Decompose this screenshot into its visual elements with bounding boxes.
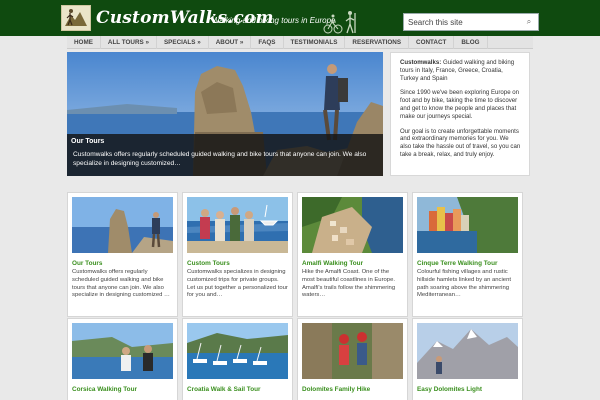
card-title[interactable]: Dolomites Family Hike	[302, 386, 403, 393]
tour-card[interactable]: Amalfi Walking Tour Hike the Amalfi Coas…	[297, 192, 408, 317]
hero-text: Customwalks offers regularly scheduled g…	[73, 151, 367, 167]
tour-card[interactable]: Corsica Walking Tour	[67, 318, 178, 400]
card-title[interactable]: Croatia Walk & Sail Tour	[187, 386, 288, 393]
card-image[interactable]	[417, 323, 518, 379]
card-image[interactable]	[417, 197, 518, 253]
hero-title[interactable]: Our Tours	[71, 138, 379, 145]
main-nav: HOME ALL TOURS » SPECIALS » ABOUT » FAQS…	[67, 36, 533, 49]
hero-caption: Our Tours Customwalks offers regularly s…	[67, 134, 383, 176]
card-text: Hike the Amalfi Coast. One of the most b…	[302, 269, 396, 299]
search-box: ⌕	[403, 13, 539, 31]
tagline: Walking and biking tours in Europe	[212, 16, 336, 25]
tour-card[interactable]: Croatia Walk & Sail Tour	[182, 318, 293, 400]
tour-card[interactable]: Easy Dolomites Light	[412, 318, 523, 400]
nav-blog[interactable]: BLOG	[454, 36, 488, 49]
card-image[interactable]	[302, 323, 403, 379]
about-brand: Customwalks:	[400, 59, 442, 66]
tour-card[interactable]: Cinque Terre Walking Tour Colourful fish…	[412, 192, 523, 317]
nav-about[interactable]: ABOUT »	[209, 36, 252, 49]
card-image[interactable]	[72, 197, 173, 253]
card-image[interactable]	[302, 197, 403, 253]
nav-contact[interactable]: CONTACT	[409, 36, 455, 49]
card-text: Customwalks specializes in designing cus…	[187, 269, 288, 299]
tour-card[interactable]: Custom Tours Customwalks specializes in …	[182, 192, 293, 317]
card-text: Colourful fishing villages and rustic hi…	[417, 269, 511, 299]
card-title[interactable]: Corsica Walking Tour	[72, 386, 173, 393]
hero-slider[interactable]: Our Tours Customwalks offers regularly s…	[67, 52, 383, 176]
card-title[interactable]: Amalfi Walking Tour	[302, 260, 403, 267]
card-image[interactable]	[187, 197, 288, 253]
card-image[interactable]	[187, 323, 288, 379]
tour-card[interactable]: Our Tours Customwalks offers regularly s…	[67, 192, 178, 317]
nav-specials[interactable]: SPECIALS »	[157, 36, 209, 49]
card-text: Customwalks offers regularly scheduled g…	[72, 269, 170, 299]
card-title[interactable]: Easy Dolomites Light	[417, 386, 518, 393]
about-intro: Customwalks: Guided walking and biking t…	[400, 59, 521, 82]
nav-testimonials[interactable]: TESTIMONIALS	[284, 36, 346, 49]
card-title[interactable]: Custom Tours	[187, 260, 288, 267]
about-box: Customwalks: Guided walking and biking t…	[390, 52, 530, 176]
nav-home[interactable]: HOME	[67, 36, 101, 49]
card-image[interactable]	[72, 323, 173, 379]
nav-all-tours[interactable]: ALL TOURS »	[101, 36, 157, 49]
card-title[interactable]: Cinque Terre Walking Tour	[417, 260, 518, 267]
card-title[interactable]: Our Tours	[72, 260, 173, 267]
nav-reservations[interactable]: RESERVATIONS	[345, 36, 410, 49]
logo-icon[interactable]	[61, 5, 91, 31]
site-header: CustomWalks.com Walking and biking tours…	[0, 0, 600, 36]
nav-faqs[interactable]: FAQS	[251, 36, 284, 49]
tour-card[interactable]: Dolomites Family Hike	[297, 318, 408, 400]
search-input[interactable]	[404, 14, 520, 30]
hiker-bike-icon	[323, 11, 356, 34]
search-icon[interactable]: ⌕	[522, 16, 536, 28]
about-paragraph-3: Our goal is to create unforgettable mome…	[400, 127, 521, 158]
about-paragraph-2: Since 1990 we've been exploring Europe o…	[400, 89, 520, 120]
